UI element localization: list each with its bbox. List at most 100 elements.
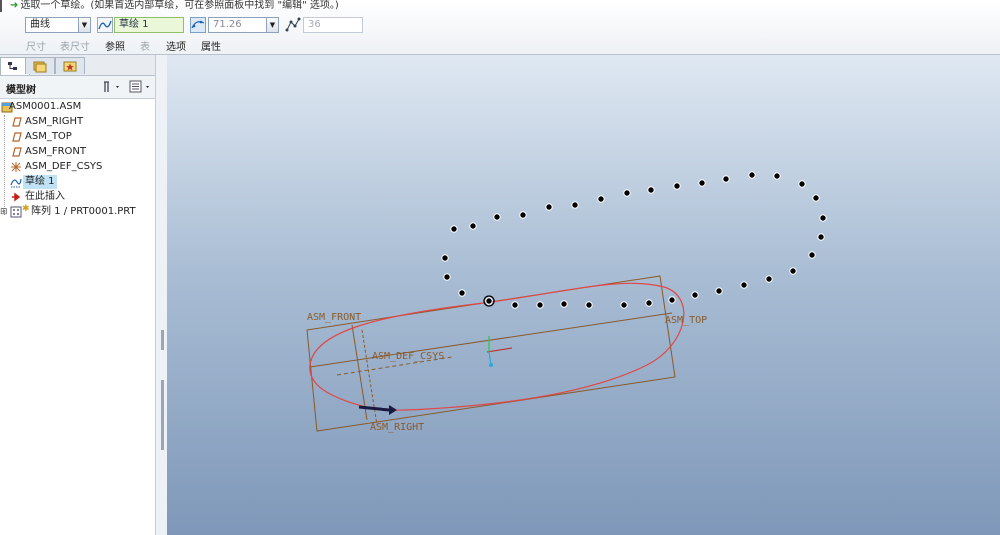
pattern-member-point[interactable] — [808, 251, 816, 259]
splitter-grip[interactable] — [161, 330, 164, 350]
spacing-icon[interactable] — [190, 17, 206, 33]
coordinate-system-icon — [11, 162, 21, 172]
tree-item-label: 草绘 1 — [23, 175, 57, 189]
pattern-member-point[interactable] — [789, 267, 797, 275]
expand-icon[interactable]: ⊞ — [0, 205, 8, 219]
pattern-member-point[interactable] — [441, 254, 449, 262]
sketch-icon — [10, 178, 22, 188]
pattern-member-point[interactable] — [511, 301, 519, 309]
tree-item-asm-top[interactable]: ASM_TOP — [0, 130, 150, 144]
chevron-down-icon[interactable]: ▼ — [78, 18, 90, 32]
message-line: ➜ 选取一个草绘。(如果首选内部草绘，可在参照面板中找到 "编辑" 选项。) — [10, 0, 339, 11]
folder-icon — [33, 61, 47, 73]
csys-x-axis — [486, 347, 513, 353]
show-menu-button[interactable] — [128, 80, 154, 94]
datum-plane-icon — [12, 117, 22, 127]
pattern-member-point[interactable] — [458, 289, 466, 297]
pattern-member-point[interactable] — [469, 222, 477, 230]
spacing-value-select[interactable]: 71.26 ▼ — [208, 17, 279, 33]
tools-icon — [104, 81, 119, 92]
pattern-member-point[interactable] — [519, 211, 527, 219]
insert-arrow-icon — [12, 192, 21, 202]
tab-options[interactable]: 选项 — [166, 38, 186, 53]
sketch-1-curve[interactable] — [309, 282, 685, 411]
pattern-member-point[interactable] — [623, 189, 631, 197]
splitter-grip[interactable] — [161, 380, 164, 450]
tree-item-asm-right[interactable]: ASM_RIGHT — [0, 115, 150, 129]
sketch-curve-icon[interactable] — [97, 17, 113, 33]
navigator-tabs — [0, 55, 160, 76]
pattern-member-point[interactable] — [817, 233, 825, 241]
tab-favorites[interactable] — [55, 57, 85, 74]
csys-origin — [489, 363, 493, 367]
tree-item-label: ASM0001.ASM — [9, 101, 82, 112]
pattern-member-point[interactable] — [798, 180, 806, 188]
pattern-member-point[interactable] — [765, 275, 773, 283]
chevron-down-icon[interactable]: ▼ — [266, 18, 278, 32]
pattern-type-value: 曲线 — [30, 19, 50, 30]
pattern-icon — [10, 206, 22, 218]
pattern-member-point[interactable] — [645, 299, 653, 307]
tab-table[interactable]: 表 — [140, 38, 150, 53]
member-count-icon[interactable] — [285, 17, 301, 33]
pattern-member-point[interactable] — [715, 287, 723, 295]
favorites-icon — [63, 61, 77, 72]
pattern-member-point[interactable] — [571, 201, 579, 209]
pattern-member-point[interactable] — [560, 300, 568, 308]
model-view[interactable]: ASM_FRONT ASM_TOP ASM_DEF_CSYS ASM_RIGHT — [167, 55, 1000, 535]
label-asm-top: ASM_TOP — [665, 315, 707, 326]
tree-item-asm-front[interactable]: ASM_FRONT — [0, 145, 150, 159]
label-asm-def-csys: ASM_DEF_CSYS — [372, 351, 444, 362]
pattern-member-point[interactable] — [812, 194, 820, 202]
pattern-member-point[interactable] — [493, 213, 501, 221]
model-tree-title: 模型树 — [6, 85, 36, 96]
datum-plane-icon — [12, 147, 22, 157]
pattern-member-point[interactable] — [620, 301, 628, 309]
tree-item-label: ASM_RIGHT — [25, 116, 84, 127]
tab-references[interactable]: 参照 — [105, 38, 125, 53]
pattern-member-point[interactable] — [443, 273, 451, 281]
start-point-arrow[interactable] — [358, 405, 390, 412]
pattern-member-point[interactable] — [597, 195, 605, 203]
pattern-member-point[interactable] — [545, 203, 553, 211]
tree-item-label: ASM_TOP — [25, 131, 72, 142]
window-edge — [0, 0, 2, 12]
pattern-member-point[interactable] — [691, 291, 699, 299]
pattern-points[interactable] — [441, 171, 827, 309]
pattern-member-point[interactable] — [819, 214, 827, 222]
graphics-window[interactable]: ASM_FRONT ASM_TOP ASM_DEF_CSYS ASM_RIGHT — [167, 55, 1000, 535]
member-count-field[interactable]: 36 — [303, 17, 363, 33]
navigator-panel: 模型树 ASM0001.ASM ASM_RIGHT ASM_TOP ASM_FR… — [0, 55, 161, 535]
tree-item-pattern-1[interactable]: ⊞ ✱ 阵列 1 / PRT0001.PRT — [0, 204, 150, 219]
pattern-member-point[interactable] — [698, 179, 706, 187]
pattern-member-point[interactable] — [668, 296, 676, 304]
member-count-value: 36 — [308, 19, 321, 30]
tab-folder-browser[interactable] — [25, 57, 55, 74]
pattern-member-point[interactable] — [740, 281, 748, 289]
tree-item-sketch-1[interactable]: 草绘 1 — [0, 175, 150, 189]
tab-properties[interactable]: 属性 — [201, 38, 221, 53]
tree-item-label: ASM_FRONT — [25, 146, 86, 157]
pattern-member-point[interactable] — [585, 301, 593, 309]
pattern-member-point[interactable] — [722, 175, 730, 183]
datum-plane-right-edge — [361, 329, 378, 426]
pattern-member-point[interactable] — [536, 301, 544, 309]
pattern-member-point[interactable] — [450, 225, 458, 233]
pattern-type-select[interactable]: 曲线 ▼ — [25, 17, 91, 33]
sketch-reference-field[interactable]: 草绘 1 — [114, 17, 184, 33]
feature-dashboard: ➜ 选取一个草绘。(如果首选内部草绘，可在参照面板中找到 "编辑" 选项。) 曲线… — [0, 0, 1000, 55]
tree-item-asm0001[interactable]: ASM0001.ASM — [0, 100, 150, 114]
spacing-value: 71.26 — [213, 19, 242, 30]
settings-menu-button[interactable] — [102, 80, 124, 94]
pattern-member-point[interactable] — [748, 171, 756, 179]
tree-item-asm-def-csys[interactable]: ASM_DEF_CSYS — [0, 160, 150, 174]
pattern-member-point[interactable] — [773, 172, 781, 180]
star-icon: ✱ — [22, 204, 30, 214]
arrow-head-icon — [389, 405, 397, 415]
pattern-member-point[interactable] — [647, 186, 655, 194]
model-tree-header: 模型树 — [0, 76, 155, 99]
tab-table-size[interactable]: 表尺寸 — [60, 38, 90, 53]
tab-size[interactable]: 尺寸 — [26, 38, 46, 53]
tree-item-label: 阵列 1 / PRT0001.PRT — [31, 206, 136, 217]
pattern-member-point[interactable] — [673, 182, 681, 190]
